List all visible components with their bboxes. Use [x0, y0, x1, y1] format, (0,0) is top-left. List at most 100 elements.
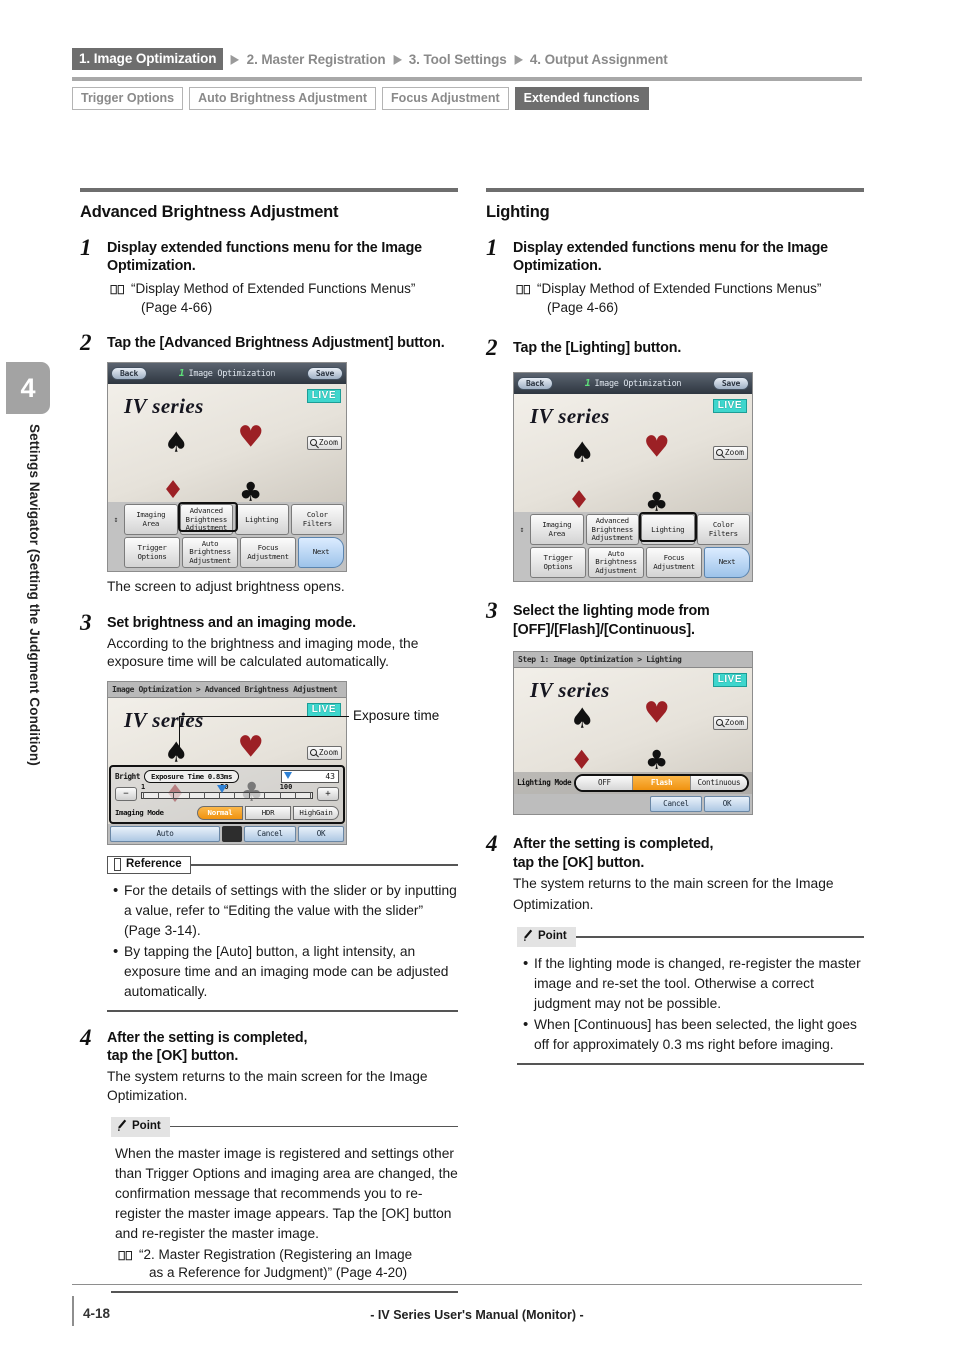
breadcrumb-item-3[interactable]: 3. Tool Settings	[409, 52, 507, 67]
menu-button-imaging-area[interactable]: Imaging Area	[124, 504, 178, 536]
brightness-value-field[interactable]: 43	[281, 769, 339, 783]
device-breadcrumb: Step 1: Image Optimization > Lighting	[514, 651, 752, 668]
tab-auto-brightness-adjustment[interactable]: Auto Brightness Adjustment	[189, 87, 377, 110]
book-icon	[516, 282, 531, 317]
menu-button-focus-adjustment[interactable]: Focus Adjustment	[240, 537, 296, 569]
zoom-button[interactable]: Zoom	[306, 745, 342, 760]
menu-button-color-filters[interactable]: Color Filters	[290, 504, 344, 536]
watermark-text: IV series	[530, 677, 610, 702]
footer-rule	[72, 1284, 862, 1286]
point-bullet-2-text: When [Continuous] has been selected, the…	[534, 1016, 857, 1052]
slider-handle[interactable]	[216, 784, 227, 793]
menu-button-auto-brightness-adjustment[interactable]: Auto Brightness Adjustment	[182, 537, 238, 569]
zoom-label: Zoom	[724, 448, 744, 458]
scroll-indicator	[110, 537, 122, 568]
menu-button-lighting[interactable]: Lighting	[641, 514, 695, 546]
breadcrumb-item-1[interactable]: 1. Image Optimization	[72, 48, 224, 70]
point-cross-reference-text: “2. Master Registration (Registering an …	[139, 1246, 412, 1283]
menu-button-next[interactable]: Next	[298, 537, 344, 569]
cancel-button[interactable]: Cancel	[244, 825, 296, 842]
device-back-button[interactable]: Back	[111, 367, 148, 381]
reference-tag: Reference	[107, 855, 191, 874]
step-body: The system returns to the main screen fo…	[513, 876, 834, 913]
step-1-right: 1 Display extended functions menu for th…	[486, 235, 864, 318]
reference-note-body: For the details of settings with the sli…	[107, 880, 458, 1002]
brightness-slider[interactable]: 1 50 100	[141, 782, 313, 803]
point-rule	[575, 936, 864, 938]
lighting-mode-continuous[interactable]: Continuous	[690, 775, 747, 790]
point-note-header: Point	[111, 1116, 458, 1137]
point-rule	[169, 1125, 458, 1128]
heart-icon: ♥	[646, 427, 668, 469]
magnifier-icon	[309, 748, 317, 756]
step-body: The system returns to the main screen fo…	[107, 1069, 428, 1103]
diamond-icon: ♦	[164, 473, 183, 503]
nav-divider	[72, 77, 862, 81]
device-back-button[interactable]: Back	[517, 377, 554, 391]
ok-button[interactable]: OK	[298, 825, 344, 842]
auto-button[interactable]: Auto	[110, 825, 220, 842]
tab-focus-adjustment[interactable]: Focus Adjustment	[382, 87, 509, 110]
point-body-text: When the master image is registered and …	[115, 1145, 458, 1241]
cancel-button[interactable]: Cancel	[650, 795, 702, 812]
menu-button-focus-adjustment[interactable]: Focus Adjustment	[646, 547, 702, 579]
footer-spacer	[222, 825, 242, 842]
breadcrumb-item-2[interactable]: 2. Master Registration	[247, 52, 386, 67]
device-save-button[interactable]: Save	[712, 377, 749, 391]
device-save-button[interactable]: Save	[306, 367, 343, 381]
device-menu-row-1: ↕ Imaging Area Advanced Brightness Adjus…	[516, 514, 750, 546]
heart-icon: ♥	[240, 417, 262, 459]
point-tag: Point	[111, 1116, 170, 1137]
step-heading: After the setting is completed, tap the …	[107, 1029, 458, 1067]
menu-button-advanced-brightness-adjustment[interactable]: Advanced Brightness Adjustment	[585, 514, 639, 546]
breadcrumb-item-4[interactable]: 4. Output Assignment	[530, 52, 668, 67]
zoom-label: Zoom	[724, 717, 744, 727]
menu-button-trigger-options[interactable]: Trigger Options	[124, 537, 180, 569]
scroll-updown-icon[interactable]: ↕	[110, 504, 122, 535]
imaging-mode-hdr[interactable]: HDR	[245, 805, 291, 820]
reference-marker-icon	[114, 857, 121, 871]
club-icon: ♣	[647, 483, 667, 513]
tab-trigger-options[interactable]: Trigger Options	[72, 87, 184, 110]
brightness-panel-inner: Bright Exposure Time 0.83ms 43 − 1 50 10…	[109, 764, 345, 824]
live-badge: LIVE	[712, 672, 747, 687]
zoom-button[interactable]: Zoom	[712, 715, 748, 730]
reference-note-header: Reference	[107, 855, 458, 874]
lighting-mode-off[interactable]: OFF	[576, 775, 634, 790]
slider-min-label: 1	[141, 782, 146, 791]
menu-button-advanced-brightness-adjustment[interactable]: Advanced Brightness Adjustment	[179, 504, 233, 536]
increment-button[interactable]: +	[317, 786, 339, 801]
zoom-button[interactable]: Zoom	[712, 446, 748, 461]
tab-extended-functions[interactable]: Extended functions	[514, 87, 649, 110]
menu-button-auto-brightness-adjustment[interactable]: Auto Brightness Adjustment	[588, 547, 644, 579]
step-heading-line2: tap the [OK] button.	[513, 854, 645, 871]
menu-button-imaging-area[interactable]: Imaging Area	[530, 514, 584, 546]
imaging-mode-normal[interactable]: Normal	[197, 805, 243, 820]
decrement-button[interactable]: −	[115, 786, 137, 801]
device-titlebar: Back 1 Image Optimization Save	[514, 373, 752, 395]
zoom-button[interactable]: Zoom	[306, 436, 342, 451]
chevron-right-icon: ▶	[393, 52, 402, 66]
heart-icon: ♥	[240, 726, 262, 768]
ok-button[interactable]: OK	[704, 795, 750, 812]
menu-button-next[interactable]: Next	[704, 547, 750, 579]
step-4-left: 4 After the setting is completed, tap th…	[80, 1025, 458, 1293]
subtab-bar: Trigger Options Auto Brightness Adjustme…	[72, 87, 649, 110]
lighting-mode-flash[interactable]: Flash	[633, 775, 691, 790]
menu-button-trigger-options[interactable]: Trigger Options	[530, 547, 586, 579]
device-menu: ↕ Imaging Area Advanced Brightness Adjus…	[108, 502, 346, 572]
imaging-mode-row: Imaging Mode Normal HDR HighGain	[115, 805, 339, 820]
imaging-mode-highgain[interactable]: HighGain	[293, 805, 339, 820]
cross-reference-line2: (Page 4-66)	[547, 299, 619, 315]
callout-exposure-time: Exposure time	[353, 707, 440, 723]
scroll-updown-icon[interactable]: ↕	[516, 514, 528, 545]
slider-max-label: 100	[279, 782, 293, 791]
reference-bottom-rule	[107, 1009, 458, 1012]
step-2-right: 2 Tap the [Lighting] button. Back 1 Imag…	[486, 335, 864, 583]
step-number: 2	[80, 330, 92, 356]
left-column: Advanced Brightness Adjustment 1 Display…	[80, 188, 458, 1293]
live-badge: LIVE	[306, 389, 341, 404]
callout-leader-horizontal	[179, 715, 349, 717]
menu-button-lighting[interactable]: Lighting	[235, 504, 289, 536]
menu-button-color-filters[interactable]: Color Filters	[696, 514, 750, 546]
